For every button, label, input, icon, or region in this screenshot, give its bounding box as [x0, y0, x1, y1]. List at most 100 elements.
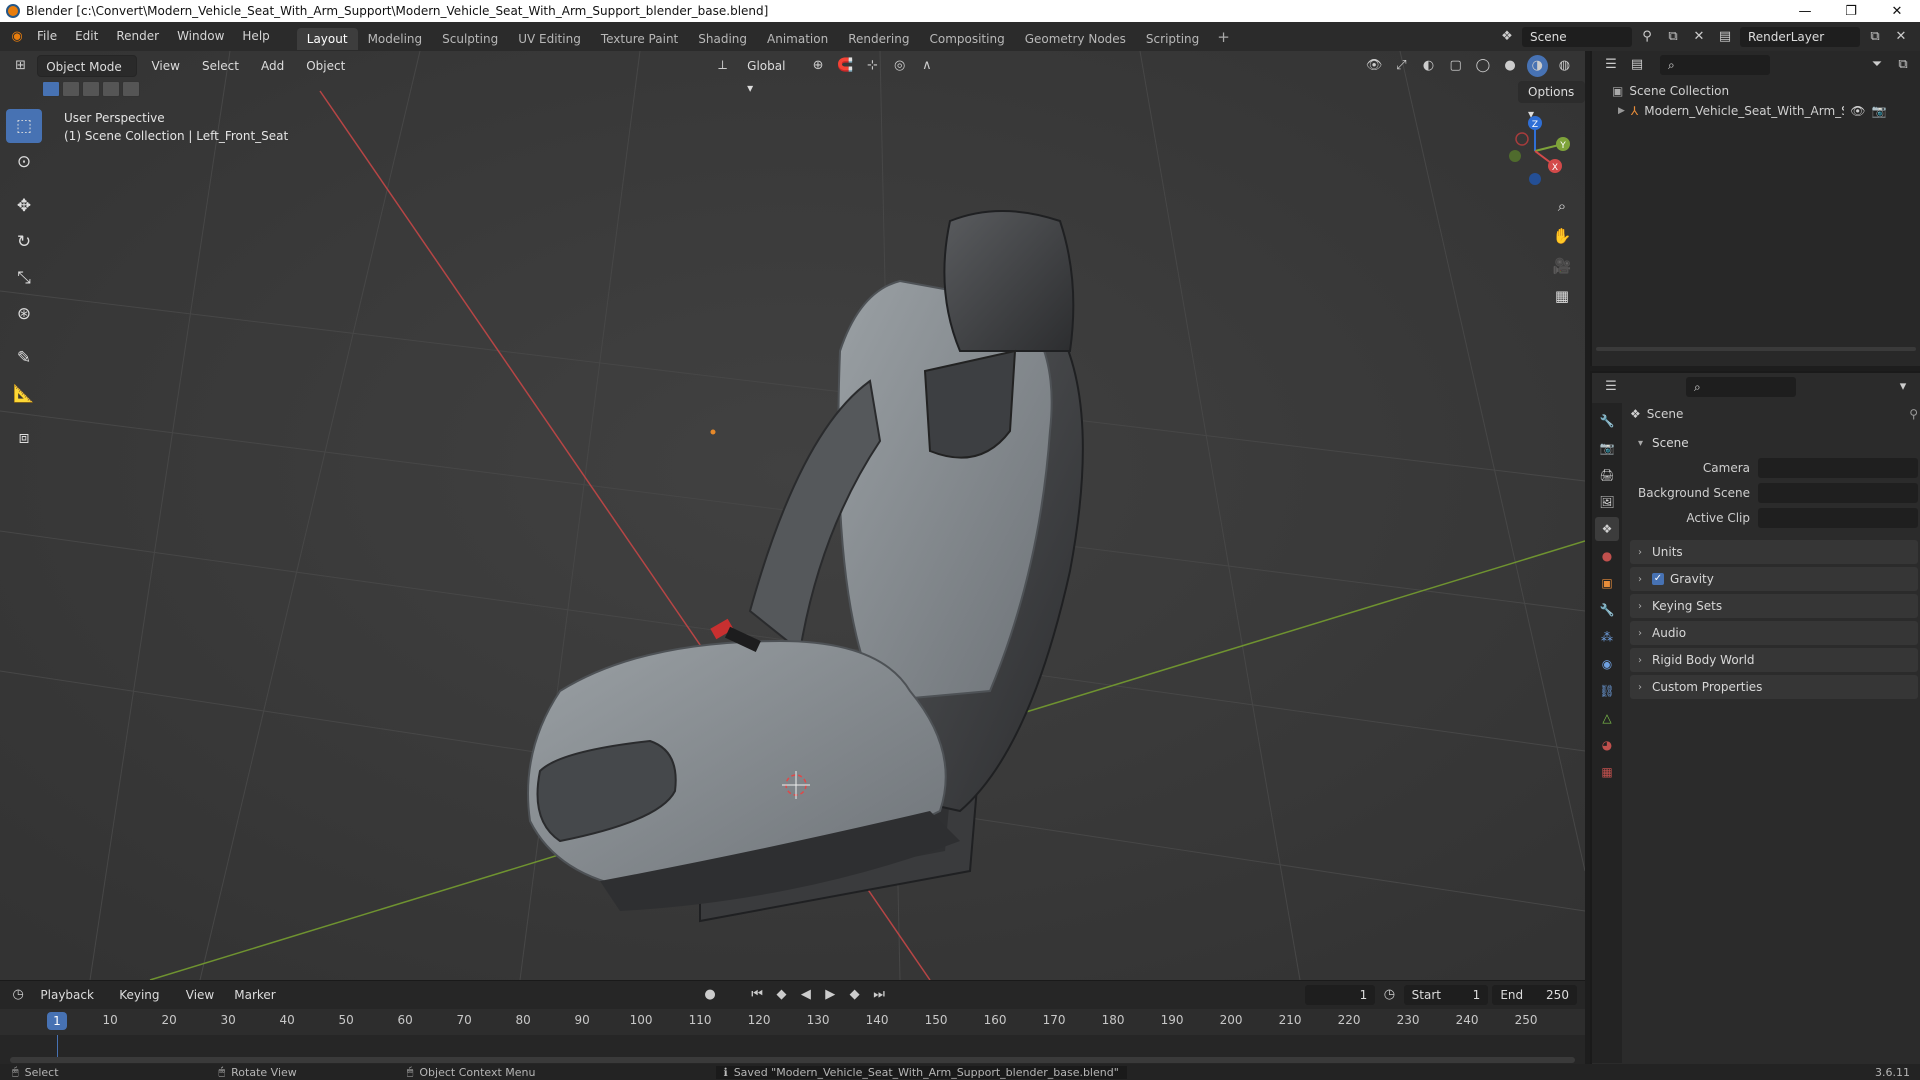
- end-frame-field[interactable]: End 250: [1492, 985, 1577, 1005]
- pin-scene-icon[interactable]: ⚲: [1636, 26, 1658, 48]
- select-box-tool-icon[interactable]: ⬚: [6, 109, 42, 143]
- delete-scene-icon[interactable]: ✕: [1688, 26, 1710, 48]
- new-view-layer-icon[interactable]: ⧉: [1864, 26, 1886, 48]
- tab-shading[interactable]: Shading: [688, 28, 757, 50]
- menu-timeline-view[interactable]: View: [178, 984, 222, 1006]
- outliner-scene-collection[interactable]: ▣ Scene Collection: [1612, 81, 1729, 101]
- move-tool-icon[interactable]: ✥: [6, 189, 42, 223]
- playhead[interactable]: 1: [47, 1012, 67, 1030]
- jump-start-icon[interactable]: ⏮: [747, 984, 767, 1006]
- frame-ruler[interactable]: 10 20 30 40 50 60 70 80 90 100 110 120 130 140 150 160 1…: [0, 1009, 1585, 1035]
- outliner-search-input[interactable]: ⌕: [1660, 55, 1770, 75]
- render-camera-icon[interactable]: 📷: [1872, 104, 1887, 118]
- new-collection-icon[interactable]: ⧉: [1892, 54, 1914, 76]
- pin-icon[interactable]: ⚲: [1909, 407, 1918, 421]
- preview-range-icon[interactable]: ◷: [1379, 984, 1399, 1006]
- tool-tab-icon[interactable]: 🔧: [1595, 409, 1619, 433]
- menu-playback[interactable]: Playback ▾: [32, 984, 107, 1024]
- world-tab-icon[interactable]: ●: [1595, 544, 1619, 568]
- transform-tool-icon[interactable]: ⊛: [6, 297, 42, 331]
- options-dropdown[interactable]: Options ▾: [1518, 81, 1585, 121]
- pan-view-icon[interactable]: ✋: [1547, 221, 1577, 251]
- outliner-editor-type-icon[interactable]: ☰: [1600, 54, 1622, 76]
- menu-file[interactable]: File: [28, 22, 66, 51]
- solid-shading-icon[interactable]: ●: [1499, 55, 1520, 77]
- prev-keyframe-icon[interactable]: ◆: [771, 984, 791, 1006]
- outliner-row[interactable]: ▶ ⅄ Modern_Vehicle_Seat_With_Arm_Suppoi …: [1618, 101, 1918, 121]
- render-tab-icon[interactable]: 📷: [1595, 436, 1619, 460]
- delete-view-layer-icon[interactable]: ✕: [1890, 26, 1912, 48]
- active-clip-field[interactable]: [1758, 508, 1918, 528]
- filter-icon[interactable]: ⏷: [1866, 54, 1888, 76]
- scene-name-field[interactable]: Scene: [1522, 26, 1632, 47]
- display-mode-icon[interactable]: ▤: [1626, 54, 1648, 76]
- tab-rendering[interactable]: Rendering: [838, 28, 919, 50]
- menu-marker[interactable]: Marker: [226, 984, 283, 1006]
- select-new-icon[interactable]: [42, 81, 60, 97]
- wireframe-shading-icon[interactable]: ◯: [1472, 55, 1493, 77]
- tab-geometry-nodes[interactable]: Geometry Nodes: [1015, 28, 1136, 50]
- add-workspace-button[interactable]: +: [1209, 28, 1238, 46]
- rotate-tool-icon[interactable]: ↻: [6, 225, 42, 259]
- properties-editor-type-icon[interactable]: ☰: [1600, 376, 1622, 398]
- view-layer-icon[interactable]: ▤: [1714, 26, 1736, 48]
- rigid-body-world-panel[interactable]: › Rigid Body World: [1630, 648, 1918, 672]
- timeline-track[interactable]: [0, 1035, 1585, 1065]
- jump-end-icon[interactable]: ⏭: [869, 984, 889, 1006]
- material-shading-icon[interactable]: ◑: [1526, 55, 1548, 77]
- menu-keying[interactable]: Keying ▾: [111, 984, 174, 1024]
- gravity-panel[interactable]: › ✓ Gravity: [1630, 567, 1918, 591]
- play-reverse-icon[interactable]: ◀: [796, 984, 816, 1006]
- timeline-editor-type-icon[interactable]: ◷: [8, 984, 28, 1006]
- background-scene-field[interactable]: [1758, 483, 1918, 503]
- material-tab-icon[interactable]: ◕: [1595, 733, 1619, 757]
- output-tab-icon[interactable]: 🖨: [1595, 463, 1619, 487]
- snap-icon[interactable]: 🧲: [835, 55, 856, 77]
- menu-select[interactable]: Select: [194, 55, 247, 77]
- tab-modeling[interactable]: Modeling: [358, 28, 433, 50]
- gravity-checkbox[interactable]: ✓: [1652, 573, 1664, 585]
- scene-tab-icon[interactable]: ❖: [1595, 517, 1619, 541]
- minimize-button[interactable]: —: [1782, 4, 1828, 19]
- tab-layout[interactable]: Layout: [296, 27, 358, 50]
- proportional-falloff-icon[interactable]: ∧: [916, 55, 937, 77]
- cursor-tool-icon[interactable]: ⊙: [6, 145, 42, 179]
- menu-window[interactable]: Window: [168, 22, 233, 51]
- maximize-button[interactable]: ❐: [1828, 4, 1874, 19]
- keying-sets-panel[interactable]: › Keying Sets: [1630, 594, 1918, 618]
- menu-object[interactable]: Object: [298, 55, 353, 77]
- object-mode-dropdown[interactable]: Object Mode ▾: [37, 55, 138, 96]
- custom-properties-panel[interactable]: › Custom Properties: [1630, 675, 1918, 699]
- pivot-point-icon[interactable]: ⊕: [808, 55, 829, 77]
- select-intersect-icon[interactable]: [122, 81, 140, 97]
- physics-tab-icon[interactable]: ◉: [1595, 652, 1619, 676]
- menu-view[interactable]: View: [143, 55, 187, 77]
- scale-tool-icon[interactable]: ⤡: [6, 261, 42, 295]
- visibility-icon[interactable]: 👁: [1364, 55, 1385, 77]
- timeline-scrollbar[interactable]: [10, 1057, 1575, 1063]
- view-layer-field[interactable]: RenderLayer: [1740, 26, 1860, 47]
- select-subtract-icon[interactable]: [82, 81, 100, 97]
- menu-help[interactable]: Help: [233, 22, 278, 51]
- modifier-tab-icon[interactable]: 🔧: [1595, 598, 1619, 622]
- view-layer-tab-icon[interactable]: 🖼: [1595, 490, 1619, 514]
- particles-tab-icon[interactable]: ⁂: [1595, 625, 1619, 649]
- camera-field[interactable]: [1758, 458, 1918, 478]
- scene-panel-header[interactable]: ▾ Scene: [1630, 431, 1918, 455]
- xray-icon[interactable]: ▢: [1445, 55, 1466, 77]
- texture-tab-icon[interactable]: ▦: [1595, 760, 1619, 784]
- scene-selector-icon[interactable]: ❖: [1496, 26, 1518, 48]
- object-tab-icon[interactable]: ▣: [1595, 571, 1619, 595]
- expand-chevron-icon[interactable]: ▶: [1618, 106, 1625, 116]
- next-keyframe-icon[interactable]: ◆: [844, 984, 864, 1006]
- new-scene-icon[interactable]: ⧉: [1662, 26, 1684, 48]
- record-icon[interactable]: ●: [700, 984, 720, 1006]
- properties-search-input[interactable]: ⌕: [1686, 377, 1796, 397]
- constraints-tab-icon[interactable]: ⛓: [1595, 679, 1619, 703]
- blender-menu-icon[interactable]: ◉: [6, 26, 28, 48]
- visibility-eye-icon[interactable]: 👁: [1850, 104, 1865, 118]
- rendered-shading-icon[interactable]: ◍: [1554, 55, 1575, 77]
- close-button[interactable]: ✕: [1874, 4, 1920, 19]
- outliner-scrollbar[interactable]: [1596, 347, 1916, 351]
- select-invert-icon[interactable]: [102, 81, 120, 97]
